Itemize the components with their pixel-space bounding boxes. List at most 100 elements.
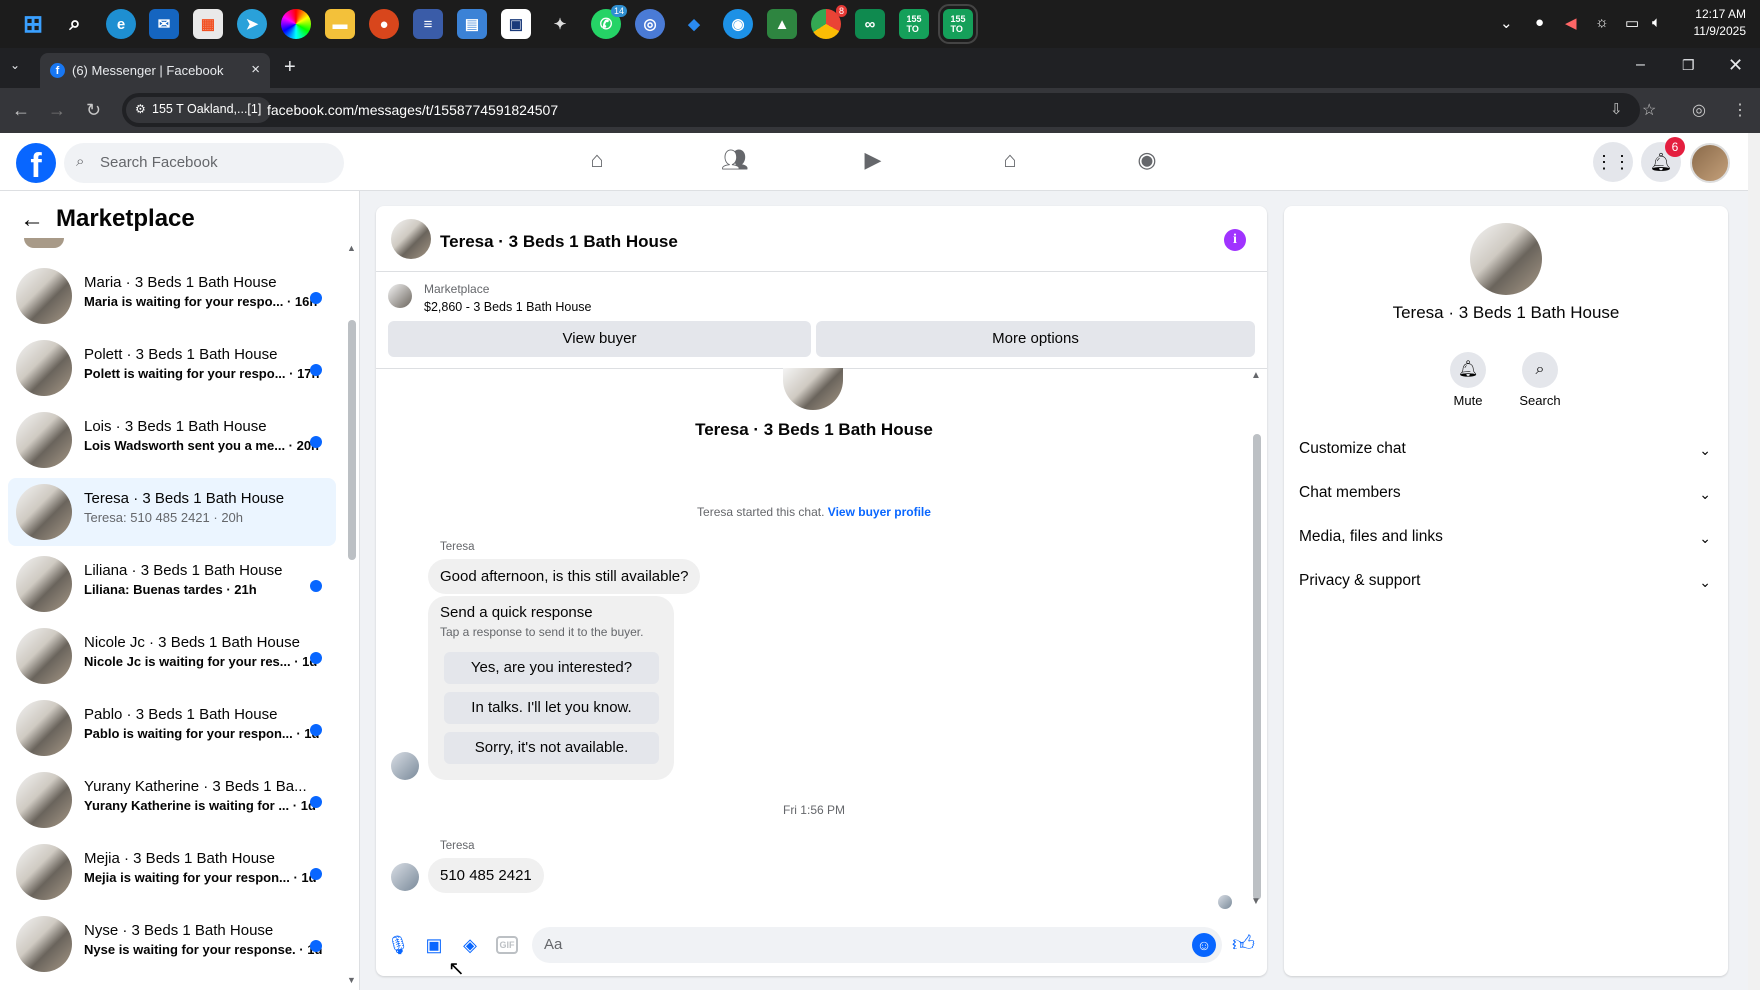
chrome-icon[interactable]: 8 <box>811 5 847 39</box>
forward-icon[interactable]: → <box>48 100 66 121</box>
marketplace-icon[interactable]: ⌂ <box>990 147 1030 179</box>
account-avatar[interactable] <box>1690 143 1730 183</box>
more-options-button[interactable]: More options <box>816 321 1255 357</box>
section-media-files-links[interactable]: Media, files and links ⌄ <box>1299 528 1715 568</box>
scroll-up-icon[interactable]: ▲ <box>347 243 356 253</box>
telegram-icon[interactable]: ➤ <box>237 9 267 39</box>
sticker-icon[interactable]: ◈ <box>458 933 482 957</box>
section-privacy-support[interactable]: Privacy & support ⌄ <box>1299 572 1715 612</box>
site-info-chip[interactable]: ⚙ 155 T Oakland,...[1] <box>126 97 272 123</box>
network-icon[interactable]: ▭ <box>1625 14 1639 32</box>
reload-icon[interactable]: ↻ <box>86 100 101 121</box>
quick-response-button[interactable]: Yes, are you interested? <box>444 652 659 684</box>
video-icon[interactable]: ▶ <box>853 147 893 179</box>
conversation-item[interactable]: Pablo · 3 Beds 1 Bath House Pablo is wait… <box>8 694 336 762</box>
color-icon[interactable] <box>281 9 311 39</box>
mute-bell-icon[interactable]: 🔔︎ <box>1450 352 1486 388</box>
friends-icon[interactable]: 👥︎ <box>715 147 755 179</box>
list-scrollbar-thumb[interactable] <box>348 320 356 560</box>
scroll-up-icon[interactable]: ▲ <box>1251 370 1261 381</box>
outlook-icon[interactable]: ✉ <box>149 9 179 39</box>
emoji-icon[interactable]: ☺ <box>1192 933 1216 957</box>
app-red-icon[interactable]: ● <box>369 9 399 39</box>
windows-start-icon[interactable]: ⊞ <box>18 9 48 39</box>
new-tab-icon[interactable]: + <box>284 56 296 79</box>
view-buyer-profile-link[interactable]: View buyer profile <box>828 505 931 519</box>
browser-menu-icon[interactable]: ⋮ <box>1732 100 1748 120</box>
search-icon[interactable]: ⌕ <box>1522 352 1558 388</box>
address-bar[interactable]: ⚙ 155 T Oakland,...[1] facebook.com/mess… <box>122 93 1640 127</box>
chat-scrollbar-thumb[interactable] <box>1253 434 1261 900</box>
info-icon[interactable]: i <box>1224 229 1246 251</box>
speaker-warning-icon[interactable]: ◀ <box>1565 14 1577 32</box>
conversation-item[interactable]: Nyse · 3 Beds 1 Bath House Nyse is waitin… <box>8 910 336 978</box>
edge-icon[interactable]: e <box>106 9 136 39</box>
search-icon[interactable]: ⌕ <box>60 9 90 39</box>
scroll-down-icon[interactable]: ▼ <box>1251 896 1261 907</box>
conversation-item[interactable]: Polett · 3 Beds 1 Bath House Polett is wa… <box>8 334 336 402</box>
chat-avatar[interactable] <box>391 219 431 259</box>
conversation-item[interactable]: Yurany Katherine · 3 Beds 1 Ba... Yurany … <box>8 766 336 834</box>
scroll-down-icon[interactable]: ▼ <box>347 975 356 985</box>
microphone-icon[interactable]: 🎙︎ <box>386 933 410 957</box>
files-icon[interactable]: ▬ <box>325 9 355 39</box>
notepad-icon[interactable]: ▤ <box>457 9 487 39</box>
app-drop-icon[interactable]: ◆ <box>679 9 709 39</box>
quick-response-button[interactable]: In talks. I'll let you know. <box>444 692 659 724</box>
install-app-icon[interactable]: ⇩ <box>1610 100 1623 118</box>
app-155b-icon[interactable]: 155 TO <box>938 4 978 44</box>
conversation-item[interactable]: Lois · 3 Beds 1 Bath House Lois Wadsworth… <box>8 406 336 474</box>
chevron-up-icon[interactable]: ⌄ <box>1500 14 1513 32</box>
brightness-icon[interactable]: ☼ <box>1595 14 1609 31</box>
close-tab-icon[interactable]: × <box>251 61 260 78</box>
app-lock-icon[interactable]: ▲ <box>767 9 797 39</box>
thumbs-up-icon[interactable]: 👍︎ <box>1232 930 1255 957</box>
conversation-item[interactable]: Nicole Jc · 3 Beds 1 Bath House Nicole Jc… <box>8 622 336 690</box>
section-chat-members[interactable]: Chat members ⌄ <box>1299 484 1715 524</box>
app-155-icon[interactable]: 155 TO <box>899 9 929 39</box>
profile-icon[interactable]: ◎ <box>1692 100 1706 120</box>
app-bird-icon[interactable]: ✦ <box>545 9 575 39</box>
clock[interactable]: 12:17 AM 11/9/2025 <box>1694 6 1747 40</box>
app-stack-icon[interactable]: ≡ <box>413 9 443 39</box>
message-bubble[interactable]: 510 485 2421 <box>428 858 544 893</box>
search-input[interactable]: ⌕ Search Facebook <box>64 143 344 183</box>
quick-response-button[interactable]: Sorry, it's not available. <box>444 732 659 764</box>
view-buyer-button[interactable]: View buyer <box>388 321 811 357</box>
facebook-logo-icon[interactable]: f <box>16 143 56 185</box>
app-grid-icon[interactable]: ▣ <box>501 9 531 39</box>
conversation-item[interactable]: Maria · 3 Beds 1 Bath House Maria is wait… <box>8 262 336 330</box>
chat-title[interactable]: Teresa · 3 Beds 1 Bath House <box>440 232 678 252</box>
conversation-item[interactable]: Teresa · 3 Beds 1 Bath House Teresa: 510 … <box>8 478 336 546</box>
app-infinity-icon[interactable]: ∞ <box>855 9 885 39</box>
bookmark-star-icon[interactable]: ☆ <box>1642 100 1656 120</box>
details-avatar[interactable] <box>1470 223 1542 295</box>
menu-grid-icon[interactable]: ⋮⋮ <box>1593 142 1633 182</box>
tab-search-icon[interactable]: ⌄ <box>10 58 20 72</box>
page-scrollbar[interactable] <box>1748 133 1760 990</box>
gif-icon[interactable]: GIF <box>496 936 518 954</box>
close-window-icon[interactable]: ✕ <box>1728 55 1743 76</box>
sender-avatar[interactable] <box>391 752 419 780</box>
restore-icon[interactable]: ❐ <box>1682 57 1695 74</box>
section-customize-chat[interactable]: Customize chat ⌄ <box>1299 440 1715 480</box>
photo-icon[interactable]: ▣ <box>422 933 446 957</box>
home-icon[interactable]: ⌂ <box>577 147 617 179</box>
message-input[interactable]: Aa <box>532 927 1222 963</box>
tab-messenger[interactable]: f (6) Messenger | Facebook × <box>40 53 270 88</box>
back-arrow-icon[interactable]: ← <box>20 206 44 234</box>
groups-icon[interactable]: ◉ <box>1127 147 1167 179</box>
minimize-icon[interactable]: – <box>1636 56 1645 74</box>
listing-title[interactable]: $2,860 - 3 Beds 1 Bath House <box>424 300 591 314</box>
message-bubble[interactable]: Good afternoon, is this still available? <box>428 559 701 594</box>
conversation-item[interactable]: Mejia · 3 Beds 1 Bath House Mejia is wait… <box>8 838 336 906</box>
sender-avatar[interactable] <box>391 863 419 891</box>
vpn-icon[interactable]: ● <box>1535 14 1544 31</box>
app-blue-icon[interactable]: ◎ <box>635 9 665 39</box>
back-icon[interactable]: ← <box>12 100 30 121</box>
store-icon[interactable]: ▦ <box>193 9 223 39</box>
volume-icon[interactable]: 🔈︎ <box>1652 14 1661 31</box>
app-docker-icon[interactable]: ◉ <box>723 9 753 39</box>
whatsapp-icon[interactable]: ✆ 14 <box>591 5 627 39</box>
conversation-item[interactable]: Liliana · 3 Beds 1 Bath House Liliana: Bu… <box>8 550 336 618</box>
